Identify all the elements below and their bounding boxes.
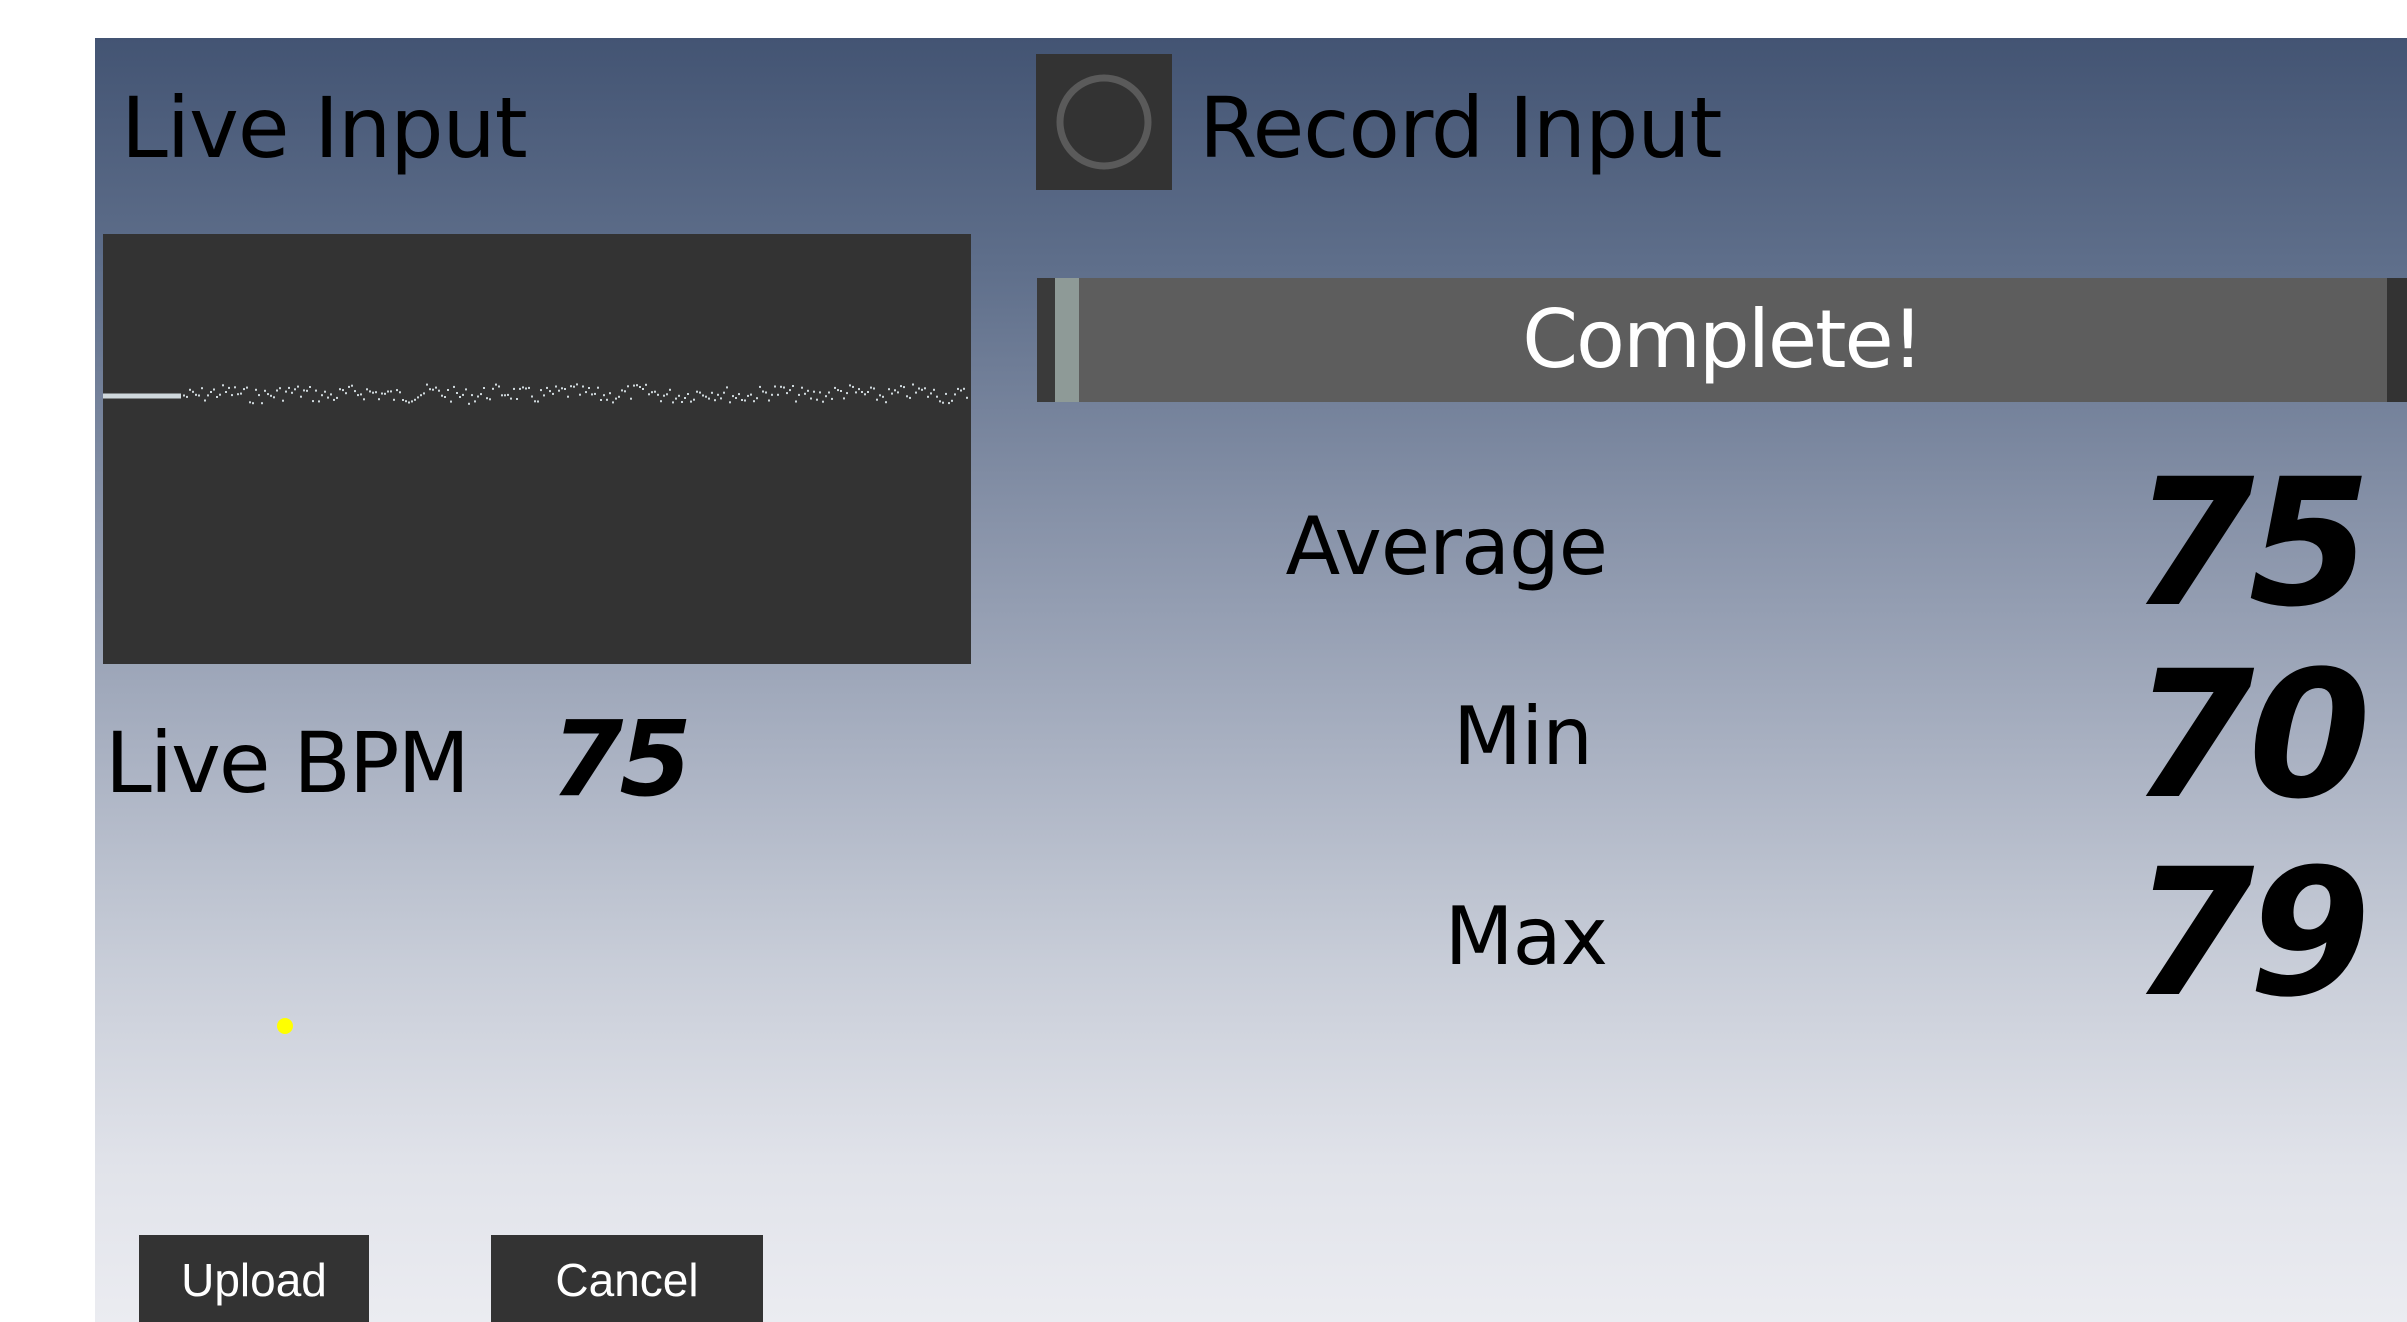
record-progress-bar: Complete!: [1037, 278, 2407, 402]
cursor-marker: [277, 1018, 293, 1034]
waveform-scope: [103, 234, 971, 664]
upload-button[interactable]: Upload: [139, 1235, 369, 1322]
record-input-title: Record Input: [1199, 79, 1722, 177]
live-bpm-value: 75: [551, 698, 692, 820]
main-panel: Live Input Record Input Complete! Averag…: [95, 38, 2407, 1322]
waveform-trace: [103, 383, 968, 405]
live-bpm-label: Live BPM: [105, 714, 470, 812]
app-window: Live Input Record Input Complete! Averag…: [0, 0, 2407, 1322]
record-circle-icon: [1056, 74, 1152, 170]
average-value: 75: [2132, 441, 2371, 646]
progress-status-text: Complete!: [1522, 293, 1924, 386]
average-label: Average: [1285, 500, 1608, 593]
record-button[interactable]: [1036, 54, 1172, 190]
cancel-button[interactable]: Cancel: [491, 1235, 763, 1322]
min-value: 70: [2132, 633, 2371, 838]
min-label: Min: [1453, 690, 1593, 783]
max-value: 79: [2132, 831, 2371, 1036]
live-input-title: Live Input: [121, 79, 528, 177]
max-label: Max: [1444, 890, 1608, 983]
